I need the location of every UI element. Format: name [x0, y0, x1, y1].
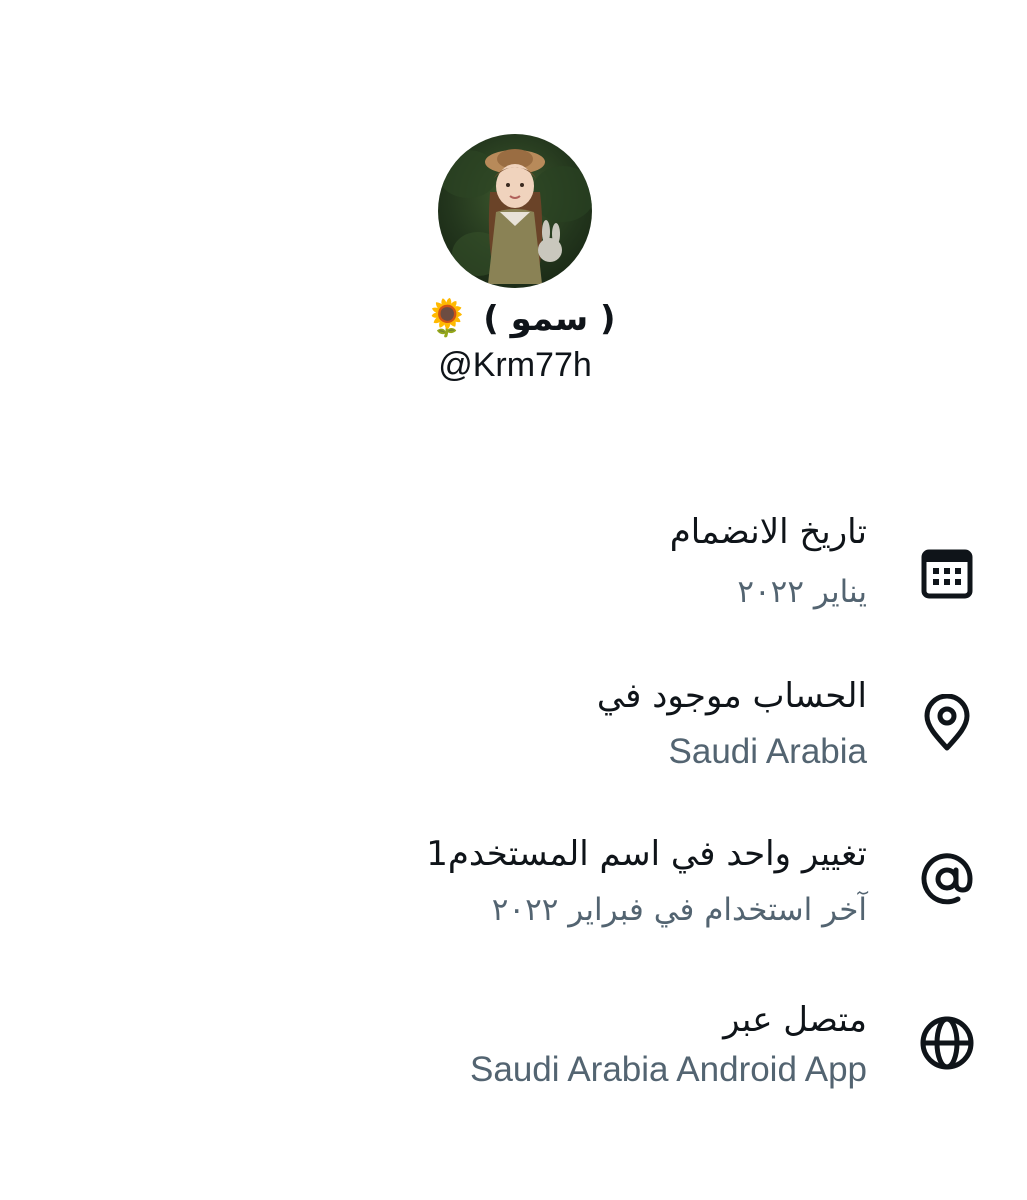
info-row-location: الحساب موجود في Saudi Arabia [0, 676, 1027, 796]
info-value-connected-via: Saudi Arabia Android App [470, 1050, 867, 1089]
info-title-joined: تاريخ الانضمام [669, 512, 867, 552]
info-title-connected-via: متصل عبر [723, 1000, 867, 1040]
display-name-text: ( سمو ) [483, 299, 616, 339]
globe-icon [920, 1016, 974, 1070]
info-row-connected-via: متصل عبر Saudi Arabia Android App [0, 1000, 1027, 1120]
info-title-location: الحساب موجود في [596, 676, 867, 716]
info-value-joined: يناير ٢٠٢٢ [737, 574, 867, 610]
info-value-location: Saudi Arabia [668, 732, 867, 771]
info-value-username-changes: آخر استخدام في فبراير ٢٠٢٢ [491, 892, 867, 928]
user-handle: @Krm77h [438, 346, 592, 384]
info-title-username-changes: تغيير واحد في اسم المستخدم1 [426, 834, 867, 874]
calendar-icon [921, 549, 973, 599]
display-name: ( سمو ) 🌻 [420, 294, 620, 344]
at-sign-icon [921, 853, 973, 905]
sunflower-emoji: 🌻 [424, 298, 470, 339]
location-pin-icon [924, 694, 970, 751]
info-row-username-changes: تغيير واحد في اسم المستخدم1 آخر استخدام … [0, 834, 1027, 954]
info-row-joined: تاريخ الانضمام يناير ٢٠٢٢ [0, 512, 1027, 632]
avatar[interactable] [438, 134, 592, 288]
profile-header: ( سمو ) 🌻 @Krm77h [0, 0, 1027, 420]
avatar-image [438, 149, 592, 284]
